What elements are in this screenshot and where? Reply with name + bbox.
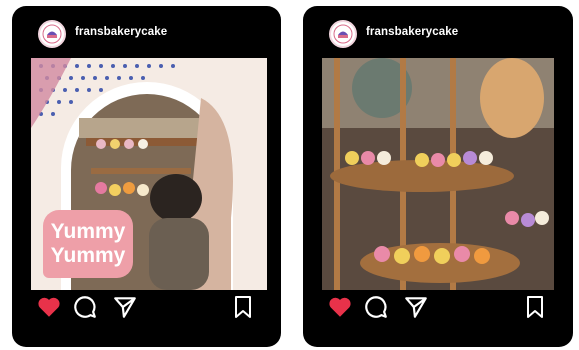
bookmark-button[interactable] — [231, 294, 259, 322]
overlay-line-1: Yummy — [50, 220, 126, 243]
like-button[interactable] — [36, 294, 64, 322]
share-button[interactable] — [403, 294, 431, 322]
username[interactable]: fransbakerycake — [366, 26, 458, 38]
post-image — [322, 58, 554, 290]
bookmark-button[interactable] — [523, 294, 551, 322]
instagram-post-frame-1: fransbakerycake Yummy Yummy — [12, 6, 281, 347]
post-header: fransbakerycake — [12, 6, 281, 52]
overlay-line-2: Yummy — [50, 244, 126, 267]
bakery-logo-icon[interactable] — [329, 20, 357, 48]
instagram-post-frame-2: fransbakerycake — [303, 6, 573, 347]
comment-icon — [74, 296, 96, 318]
heart-icon — [329, 297, 351, 317]
bakery-logo-icon[interactable] — [38, 20, 66, 48]
heart-icon — [38, 297, 60, 317]
username[interactable]: fransbakerycake — [75, 26, 167, 38]
like-button[interactable] — [327, 294, 355, 322]
post-actions — [12, 294, 281, 330]
bookmark-icon — [527, 296, 543, 318]
post-header: fransbakerycake — [303, 6, 573, 52]
comment-button[interactable] — [72, 294, 100, 322]
share-icon — [405, 297, 427, 318]
bookmark-icon — [235, 296, 251, 318]
comment-icon — [365, 296, 387, 318]
post-image: Yummy Yummy — [31, 58, 267, 290]
yummy-overlay-badge: Yummy Yummy — [43, 210, 133, 278]
post-actions — [303, 294, 573, 330]
share-button[interactable] — [112, 294, 140, 322]
comment-button[interactable] — [363, 294, 391, 322]
share-icon — [114, 297, 136, 318]
